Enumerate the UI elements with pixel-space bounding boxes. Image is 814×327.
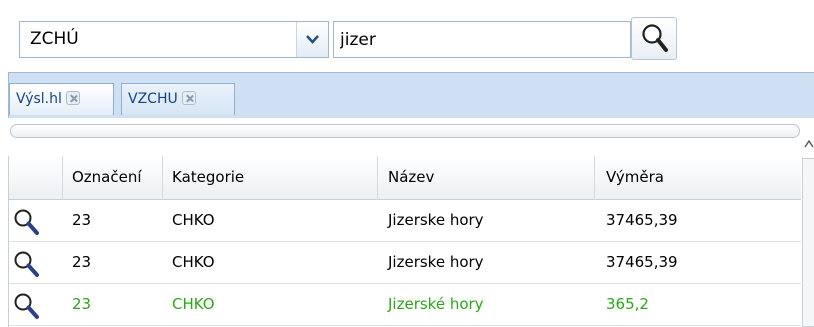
category-dropdown-button[interactable] [296,22,328,57]
tab-label: Výsl.hl [16,91,62,107]
cell-kategorie: CHKO [172,295,215,313]
magnifier-icon[interactable] [13,250,41,282]
category-combobox[interactable]: ZCHÚ [19,21,329,58]
column-header-icon [9,156,63,200]
column-header-kategorie[interactable]: Kategorie [163,156,378,200]
cell-vymera: 365,2 [606,295,649,313]
chevron-down-icon [306,35,319,44]
column-header-nazev[interactable]: Název [378,156,595,200]
search-input[interactable] [333,21,631,58]
cell-oznaceni: 23 [72,211,92,229]
search-button[interactable] [631,17,677,60]
scroll-up-arrow-icon[interactable] [802,126,814,158]
cell-nazev: Jizerske hory [388,253,484,271]
tab-strip: Výsl.hl VZCHU [8,72,814,118]
cell-vymera: 37465,39 [606,211,678,229]
results-grid: Označení Kategorie Název Výměra 23 CHKO … [8,156,801,327]
table-row[interactable]: 23 CHKO Jizerske hory 37465,39 [9,200,801,242]
cell-vymera: 37465,39 [606,253,678,271]
magnifier-icon [642,24,668,52]
cell-kategorie: CHKO [172,211,215,229]
category-value: ZCHÚ [30,29,79,49]
magnifier-icon[interactable] [13,292,41,324]
tab-label: VZCHU [128,91,178,107]
tab-vzchu[interactable]: VZCHU [121,83,235,115]
cell-nazev: Jizerske hory [388,211,484,229]
column-header-oznaceni[interactable]: Označení [63,156,163,200]
table-row[interactable]: 23 CHKO Jizerské hory 365,2 [9,284,801,326]
table-row[interactable]: 23 CHKO Jizerske hory 37465,39 [9,242,801,284]
grid-header: Označení Kategorie Název Výměra [9,156,801,200]
cell-kategorie: CHKO [172,253,215,271]
cell-oznaceni: 23 [72,253,92,271]
close-icon[interactable] [181,91,196,105]
horizontal-scrollbar[interactable] [10,124,800,138]
cell-nazev: Jizerské hory [388,295,484,313]
tab-vysl-hl[interactable]: Výsl.hl [9,83,114,115]
vertical-scrollbar[interactable] [802,158,814,327]
cell-oznaceni: 23 [72,295,92,313]
column-header-vymera[interactable]: Výměra [595,156,801,200]
close-icon[interactable] [65,91,80,105]
magnifier-icon[interactable] [13,208,41,240]
